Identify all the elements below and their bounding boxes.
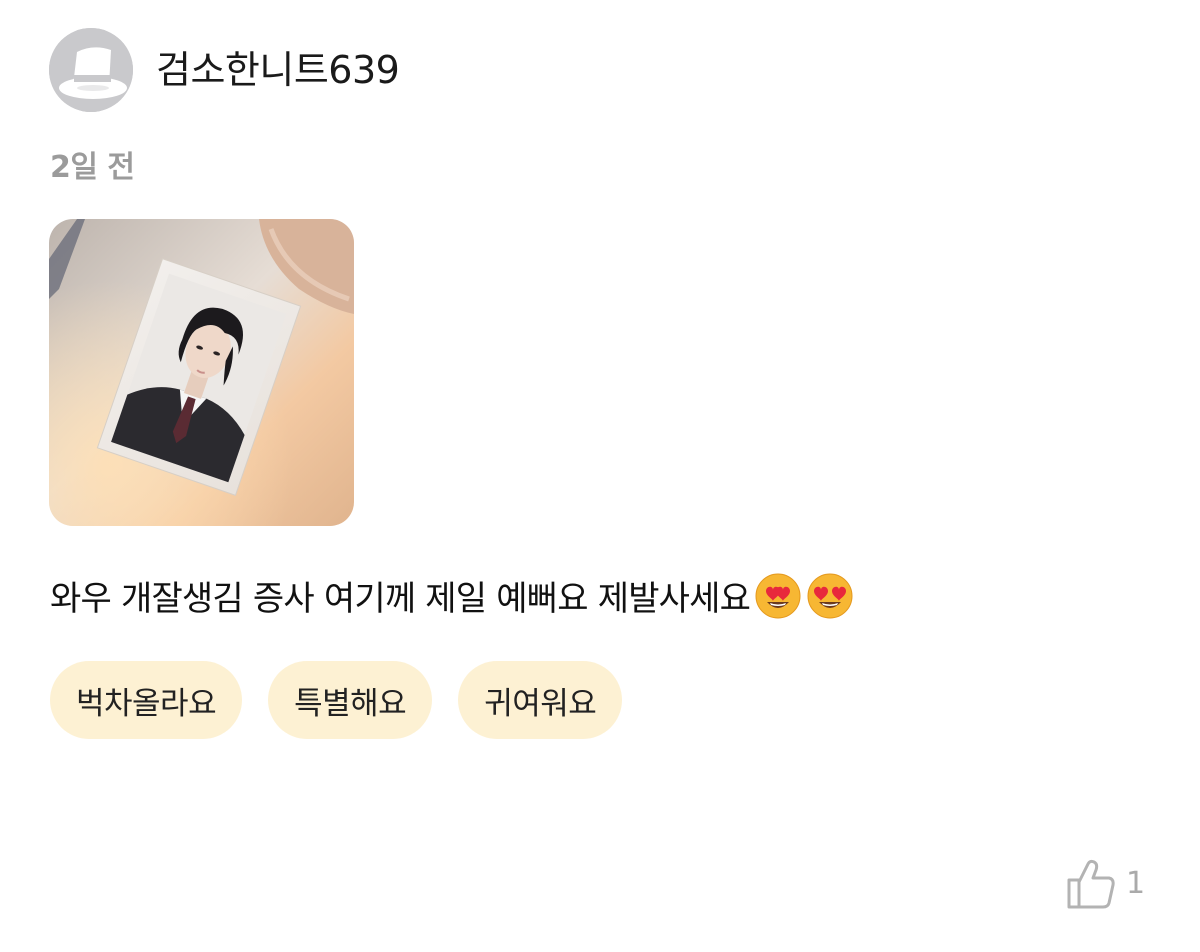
comment-body: 와우 개잘생김 증사 여기께 제일 예뻐요 제발사세요 <box>50 572 854 625</box>
hat-avatar-icon <box>49 28 133 112</box>
thumbs-up-icon <box>1067 859 1115 909</box>
heart-eyes-emoji-icon <box>807 573 853 619</box>
user-avatar[interactable] <box>49 28 133 112</box>
reaction-tag[interactable]: 귀여워요 <box>458 661 623 739</box>
reaction-tags: 벅차올라요 특별해요 귀여워요 <box>50 661 623 739</box>
reaction-tag[interactable]: 벅차올라요 <box>50 661 243 739</box>
comment-timestamp: 2일 전 <box>50 150 135 185</box>
author-name[interactable]: 검소한니트639 <box>156 46 400 94</box>
like-count: 1 <box>1126 866 1146 901</box>
heart-eyes-emoji-icon <box>755 573 801 619</box>
comment-text: 와우 개잘생김 증사 여기께 제일 예뻐요 제발사세요 <box>50 579 751 619</box>
like-button[interactable]: 1 <box>1066 858 1145 910</box>
reaction-tag[interactable]: 특별해요 <box>268 661 433 739</box>
comment-card: 검소한니트639 2일 전 와우 개잘생김 증사 여기께 제일 예뻐요 제발사세… <box>0 0 1200 952</box>
attached-photo[interactable] <box>49 219 354 526</box>
